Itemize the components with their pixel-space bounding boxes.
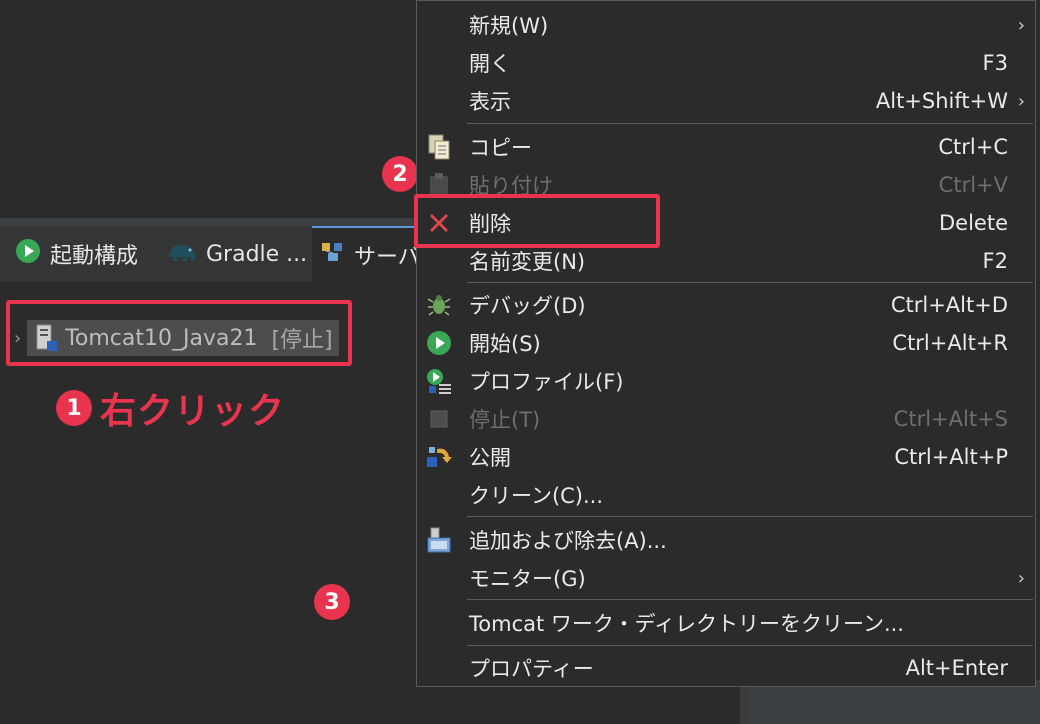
add-remove-icon (425, 526, 453, 554)
menu-item-show-in[interactable]: 表示 Alt+Shift+W › (417, 82, 1035, 120)
tab-servers[interactable]: サーバ (312, 226, 430, 282)
menu-item-properties[interactable]: プロパティー Alt+Enter (417, 649, 1035, 687)
menu-item-debug[interactable]: デバッグ(D) Ctrl+Alt+D (417, 286, 1035, 324)
menu-item-stop[interactable]: 停止(T) Ctrl+Alt+S (417, 400, 1035, 438)
submenu-arrow-icon: › (1017, 90, 1025, 112)
tab-launch-configurations[interactable]: 起動構成 (14, 226, 138, 282)
tab-label: サーバ (354, 245, 420, 270)
publish-icon (425, 443, 453, 471)
run-icon (14, 237, 42, 271)
menu-item-publish[interactable]: 公開 Ctrl+Alt+P (417, 438, 1035, 476)
profile-icon (425, 367, 453, 395)
gradle-elephant-icon (166, 237, 198, 271)
servers-icon (320, 239, 346, 271)
menu-separator (467, 599, 1033, 600)
step1-badge: 1 (56, 390, 92, 426)
menu-item-copy[interactable]: コピー Ctrl+C (417, 128, 1035, 166)
tab-gradle[interactable]: Gradle ... (166, 226, 307, 282)
copy-icon (425, 133, 453, 161)
menu-item-monitor[interactable]: モニター(G) › (417, 559, 1035, 597)
step1-text: 右クリック (100, 391, 286, 432)
step3-badge: 3 (314, 584, 350, 620)
menu-separator (467, 123, 1033, 124)
highlight-delete-box (414, 194, 660, 248)
menu-item-new[interactable]: 新規(W) › (417, 6, 1035, 44)
menu-item-add-remove[interactable]: 追加および除去(A)... (417, 521, 1035, 559)
start-icon (425, 329, 453, 357)
step2-badge: 2 (382, 156, 418, 192)
menu-item-clean-tomcat-work-dir[interactable]: Tomcat ワーク・ディレクトリーをクリーン... (417, 604, 1035, 642)
submenu-arrow-icon: › (1017, 14, 1025, 36)
context-menu: 新規(W) › 開く F3 表示 Alt+Shift+W › コピー Ctrl+… (416, 0, 1036, 687)
submenu-arrow-icon: › (1017, 567, 1025, 589)
highlight-server-box (6, 300, 352, 366)
menu-item-profile[interactable]: プロファイル(F) (417, 362, 1035, 400)
menu-separator (467, 516, 1033, 517)
stop-icon (425, 405, 453, 433)
menu-separator (467, 282, 1033, 283)
menu-item-clean[interactable]: クリーン(C)... (417, 476, 1035, 514)
tab-label: Gradle ... (206, 241, 308, 267)
tab-label: 起動構成 (50, 244, 139, 269)
debug-icon (425, 291, 453, 319)
menu-item-start[interactable]: 開始(S) Ctrl+Alt+R (417, 324, 1035, 362)
menu-item-open[interactable]: 開く F3 (417, 44, 1035, 82)
menu-separator (467, 645, 1033, 646)
